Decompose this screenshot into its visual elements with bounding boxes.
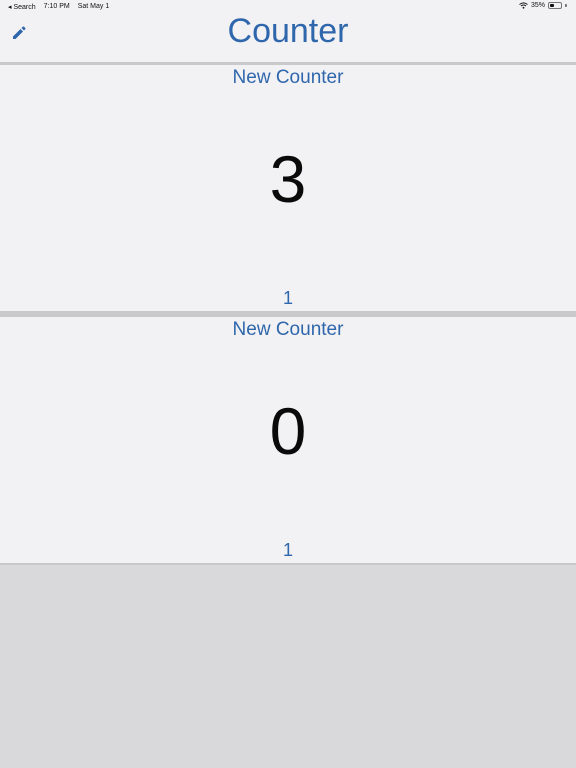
page-title: Counter [227, 12, 349, 50]
battery-icon [548, 2, 562, 9]
counter-step: 1 [282, 288, 293, 308]
counter-name[interactable]: New Counter [0, 67, 576, 89]
status-date: Sat May 1 [77, 3, 110, 10]
counter-card[interactable]: New Counter 3 1 [0, 65, 576, 311]
counter-value: 0 [269, 394, 307, 468]
counter-card[interactable]: New Counter 0 1 [0, 317, 576, 563]
counter-value: 3 [269, 142, 307, 216]
back-to-search-link[interactable]: ◂ Search [8, 3, 36, 11]
divider [0, 563, 576, 565]
status-bar: ◂ Search 7:10 PM Sat May 1 35% [0, 0, 576, 14]
battery-percent: 35% [530, 2, 545, 9]
battery-tip [565, 4, 567, 7]
counter-name[interactable]: New Counter [0, 319, 576, 341]
wifi-icon [519, 2, 528, 9]
status-time: 7:10 PM [43, 3, 70, 10]
battery-level-fill [550, 4, 554, 7]
counter-step: 1 [282, 540, 293, 560]
